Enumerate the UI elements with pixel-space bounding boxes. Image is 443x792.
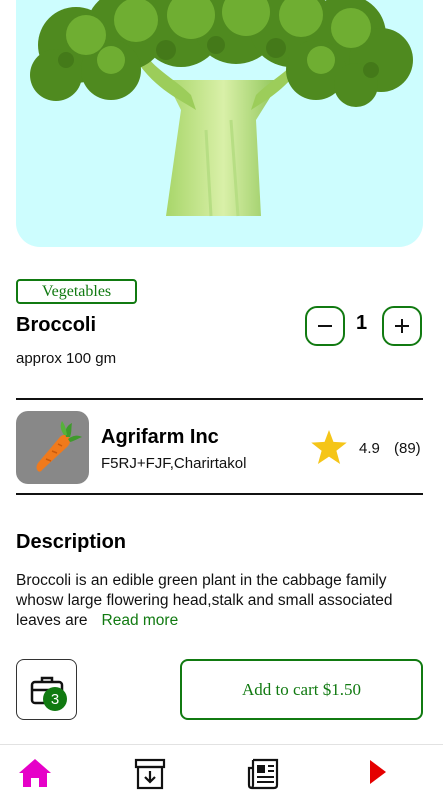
nav-play[interactable]: [368, 758, 388, 791]
seller-avatar[interactable]: [16, 411, 89, 484]
product-title: Broccoli: [16, 314, 97, 336]
play-icon: [370, 760, 386, 784]
home-icon: [19, 759, 51, 787]
product-weight: approx 100 gm: [16, 350, 117, 367]
quantity-value: 1: [356, 312, 368, 334]
nav-archive[interactable]: [134, 758, 166, 792]
minus-icon: [318, 325, 332, 327]
description-heading: Description: [16, 531, 127, 553]
nav-home[interactable]: [18, 758, 52, 792]
carrot-icon: [36, 421, 82, 472]
archive-download-icon: [134, 758, 166, 790]
news-icon: [247, 758, 279, 790]
read-more-link[interactable]: Read more: [102, 612, 179, 629]
broccoli-image: [30, 0, 413, 217]
product-image: [16, 0, 423, 247]
bottom-navigation: [0, 744, 443, 792]
add-to-cart-button[interactable]: Add to cart $1.50: [180, 659, 423, 720]
cart-count-badge: 3: [43, 687, 67, 711]
seller-address: F5RJ+FJF,Charirtakol: [101, 455, 247, 472]
rating-value: 4.9: [359, 440, 380, 457]
review-count: (89): [394, 440, 421, 457]
category-tag[interactable]: Vegetables: [16, 279, 137, 304]
increase-quantity-button[interactable]: [382, 306, 422, 346]
star-icon: [311, 430, 347, 464]
description-body: Broccoli is an edible green plant in the…: [16, 572, 393, 629]
divider: [16, 398, 423, 400]
nav-news[interactable]: [247, 758, 281, 792]
description-text: Broccoli is an edible green plant in the…: [16, 571, 428, 631]
plus-icon: [395, 319, 409, 333]
divider: [16, 493, 423, 495]
seller-name[interactable]: Agrifarm Inc: [101, 426, 219, 449]
decrease-quantity-button[interactable]: [305, 306, 345, 346]
